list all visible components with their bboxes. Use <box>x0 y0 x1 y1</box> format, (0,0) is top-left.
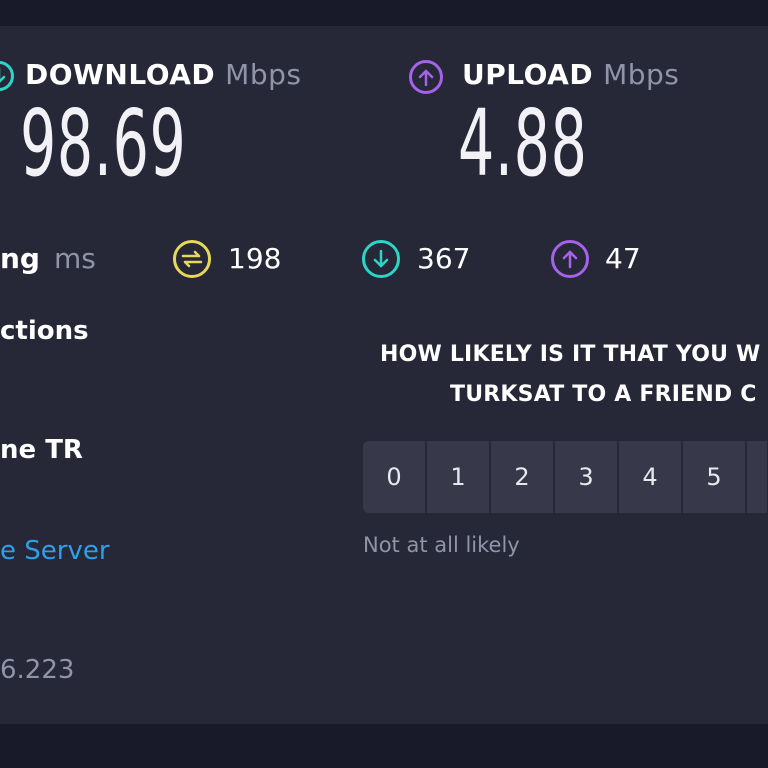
survey-question-line1: HOW LIKELY IS IT THAT YOU W <box>380 342 761 367</box>
change-server-link[interactable]: e Server <box>0 536 110 566</box>
nps-scale: 0 1 2 3 4 5 <box>363 441 768 513</box>
download-unit: Mbps <box>225 58 302 91</box>
nps-low-label: Not at all likely <box>363 533 520 557</box>
ping-download-icon <box>362 240 400 278</box>
ping-header: ng ms <box>0 242 96 275</box>
nps-option-4[interactable]: 4 <box>619 441 681 513</box>
isp-name: ne TR <box>0 435 83 465</box>
nps-option-0[interactable]: 0 <box>363 441 425 513</box>
upload-unit: Mbps <box>603 58 680 91</box>
ip-address: 6.223 <box>0 655 75 685</box>
ping-upload-value: 47 <box>605 242 641 275</box>
nps-option-6[interactable] <box>747 441 767 513</box>
connections-label: ctions <box>0 316 89 346</box>
ping-label: ng <box>0 242 40 275</box>
upload-header: UPLOAD Mbps <box>462 58 679 91</box>
download-value: 98.69 <box>20 90 187 197</box>
upload-label: UPLOAD <box>462 58 594 91</box>
upload-icon <box>409 60 443 94</box>
ping-idle-value: 198 <box>228 242 282 275</box>
download-header: DOWNLOAD Mbps <box>25 58 301 91</box>
nps-option-3[interactable]: 3 <box>555 441 617 513</box>
nps-option-5[interactable]: 5 <box>683 441 745 513</box>
survey-question-line2: TURKSAT TO A FRIEND C <box>450 382 757 407</box>
upload-value: 4.88 <box>458 90 588 197</box>
nps-option-1[interactable]: 1 <box>427 441 489 513</box>
ping-idle-icon <box>173 240 211 278</box>
ping-upload-icon <box>551 240 589 278</box>
ping-download-value: 367 <box>417 242 471 275</box>
ping-unit: ms <box>53 242 96 275</box>
nps-option-2[interactable]: 2 <box>491 441 553 513</box>
download-label: DOWNLOAD <box>25 58 216 91</box>
